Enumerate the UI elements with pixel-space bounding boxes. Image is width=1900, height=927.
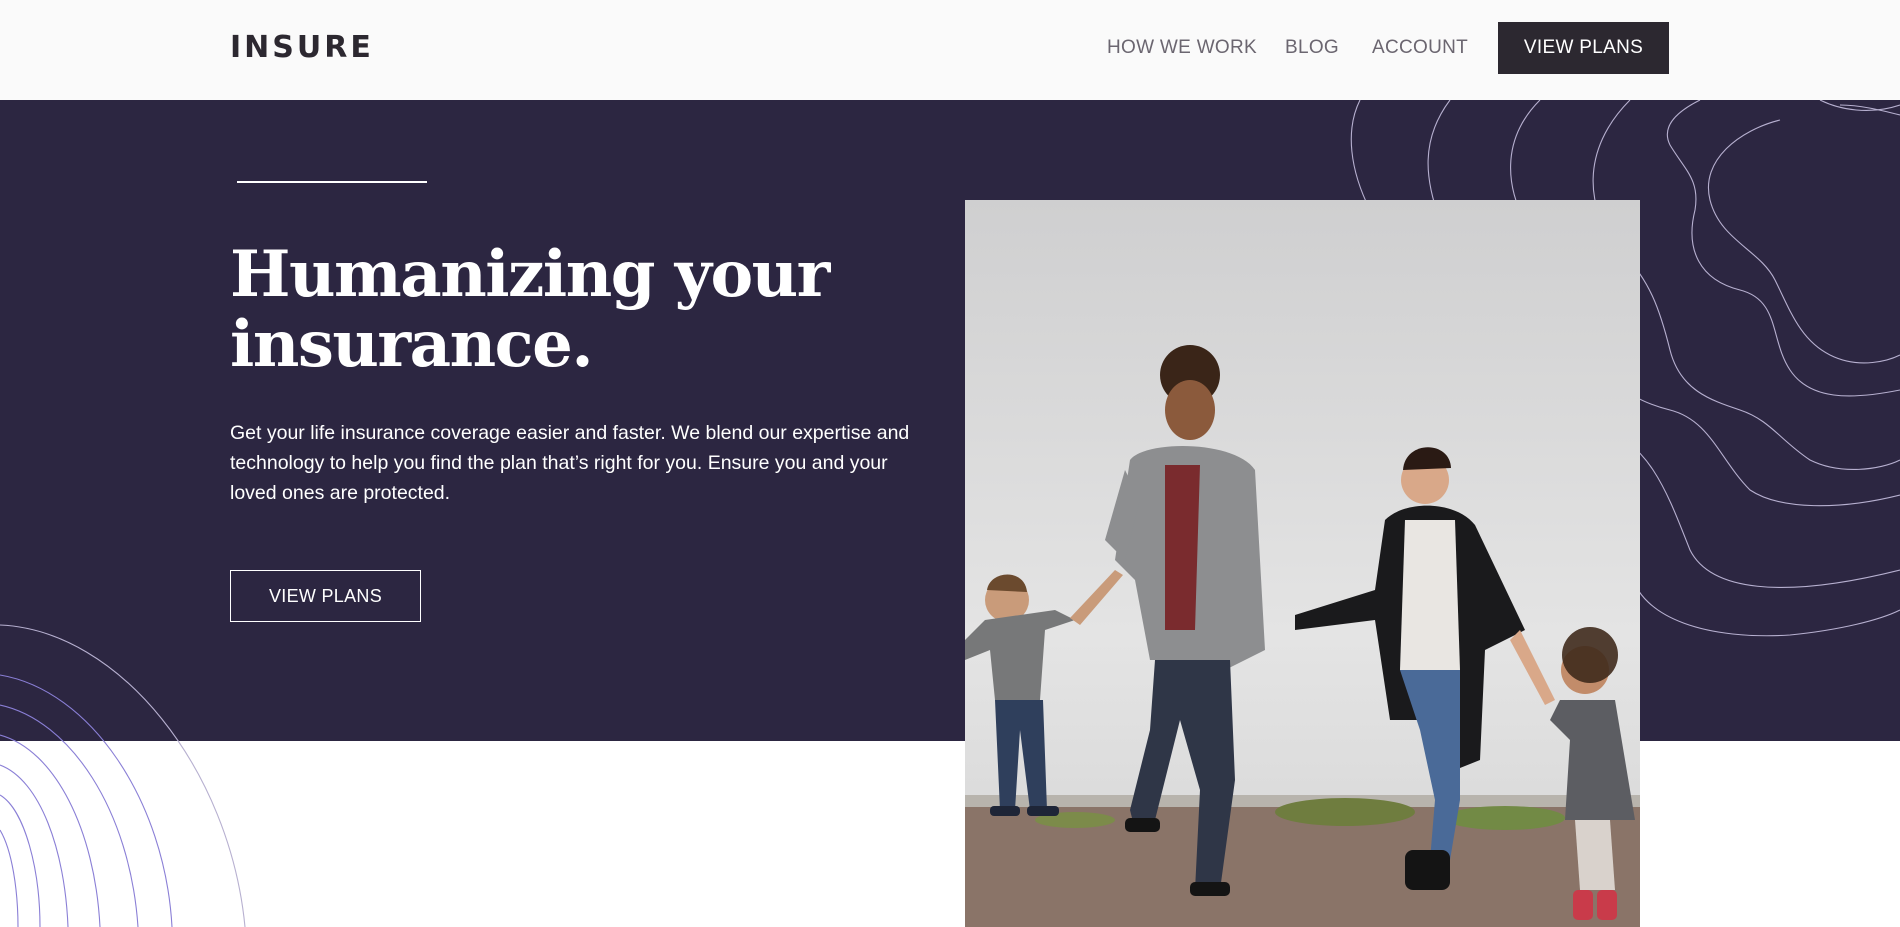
- family-walking-photo: [965, 200, 1640, 927]
- nav-link-blog[interactable]: BLOG: [1285, 36, 1339, 60]
- hero-divider-line: [237, 181, 427, 183]
- insure-logo[interactable]: INSURE: [230, 31, 374, 65]
- hero-title: Humanizing your insurance.: [230, 237, 830, 382]
- concentric-arcs-pattern-left: [0, 624, 246, 927]
- nav-link-how-we-work[interactable]: HOW WE WORK: [1107, 36, 1257, 60]
- hero-description: Get your life insurance coverage easier …: [230, 422, 910, 504]
- nav-link-account[interactable]: ACCOUNT: [1372, 36, 1468, 60]
- site-header: INSURE HOW WE WORK BLOG ACCOUNT VIEW PLA…: [0, 0, 1900, 100]
- header-view-plans-button[interactable]: VIEW PLANS: [1498, 22, 1669, 74]
